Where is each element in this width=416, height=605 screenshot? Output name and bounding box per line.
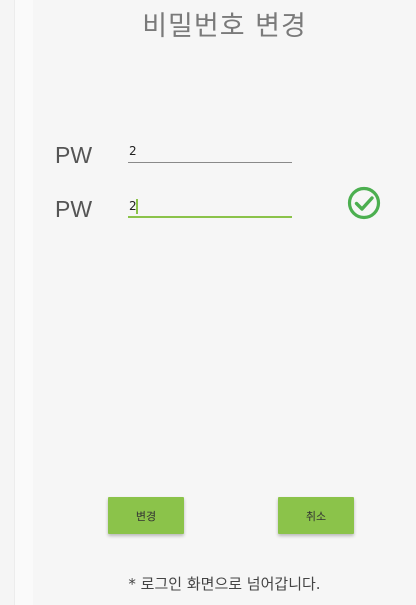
- password-confirm-label: PW: [55, 196, 93, 222]
- check-circle-icon: [347, 186, 381, 220]
- password-label: PW: [55, 142, 93, 168]
- cancel-button[interactable]: 취소: [278, 497, 354, 534]
- password-underline: [128, 162, 292, 163]
- password-value: 2: [129, 144, 137, 158]
- text-cursor: [136, 199, 138, 214]
- page-title: 비밀번호 변경: [142, 11, 307, 42]
- panel-divider: [14, 0, 15, 605]
- app-screen: [33, 0, 416, 605]
- left-panel-edge: [0, 0, 14, 605]
- password-field[interactable]: 2: [128, 141, 292, 163]
- password-confirm-underline: [128, 216, 292, 218]
- password-confirm-field[interactable]: 2: [128, 196, 292, 218]
- change-button[interactable]: 변경: [108, 497, 184, 534]
- redirect-notice: * 로그인 화면으로 넘어갑니다.: [128, 575, 321, 593]
